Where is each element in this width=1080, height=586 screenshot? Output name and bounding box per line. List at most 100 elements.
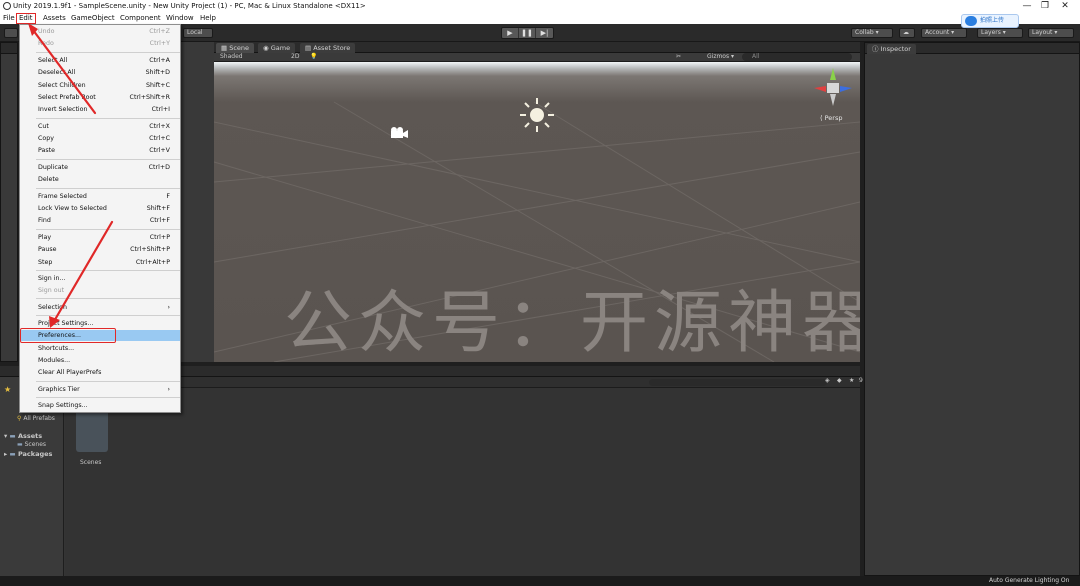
preferences-highlight-box: [20, 328, 116, 343]
orientation-gizmo-icon[interactable]: [810, 66, 856, 110]
shortcut: Ctrl+Y: [149, 40, 170, 47]
menu-label: Graphics Tier: [38, 386, 80, 393]
menu-edit[interactable]: Edit: [16, 13, 36, 24]
tools-icon[interactable]: ✂: [676, 53, 681, 60]
submenu-chevron-icon: ›: [167, 304, 170, 311]
menu-item-invert-selection[interactable]: Invert Selection Ctrl+I: [20, 104, 180, 115]
shortcut: Ctrl+Shift+R: [129, 94, 170, 101]
shortcut: Ctrl+A: [149, 57, 170, 64]
shortcut: Ctrl+P: [149, 234, 170, 241]
lighting-toggle-icon[interactable]: 💡: [310, 53, 317, 60]
gizmos-dropdown[interactable]: Gizmos ▾: [707, 53, 734, 60]
menu-item-shortcuts[interactable]: Shortcuts...: [20, 343, 180, 354]
scene-tabstrip: ▦ Scene ◉ Game ▤ Asset Store: [214, 42, 860, 53]
menu-item-select-all[interactable]: Select All Ctrl+A: [20, 55, 180, 66]
photo-upload-label: 拍照上传: [980, 17, 1005, 24]
menu-item-select-prefab-root[interactable]: Select Prefab Root Ctrl+Shift+R: [20, 92, 180, 103]
tab-inspector-label: Inspector: [880, 45, 911, 53]
directional-light-sun-icon[interactable]: [519, 97, 555, 133]
menu-gameobject[interactable]: GameObject: [71, 14, 115, 22]
play-button[interactable]: ▶: [502, 28, 519, 38]
pivot-local-toggle[interactable]: Local: [183, 28, 213, 38]
tab-asset-store-label: Asset Store: [313, 44, 351, 52]
scene-search-input[interactable]: All: [742, 53, 852, 61]
shortcut: Ctrl+X: [149, 123, 170, 130]
project-search-input[interactable]: [649, 379, 827, 386]
menu-item-cut[interactable]: Cut Ctrl+X: [20, 121, 180, 132]
tree-item-assets[interactable]: ▾ ▬ Assets: [4, 432, 42, 440]
menu-item-paste[interactable]: Paste Ctrl+V: [20, 145, 180, 156]
menu-item-play[interactable]: Play Ctrl+P: [20, 232, 180, 243]
hand-tool-button[interactable]: [4, 28, 18, 38]
favorite-all-prefabs[interactable]: ⚲ All Prefabs: [17, 415, 55, 422]
menu-label: Undo: [38, 28, 55, 35]
menu-separator: [36, 229, 180, 230]
project-content: Scenes: [65, 388, 860, 576]
shortcut: Ctrl+F: [149, 217, 170, 224]
menu-separator: [36, 397, 180, 398]
menu-item-graphics-tier[interactable]: Graphics Tier ›: [20, 384, 180, 395]
close-button[interactable]: ✕: [1050, 0, 1080, 13]
menu-item-select-children[interactable]: Select Children Shift+C: [20, 80, 180, 91]
menu-label: Delete: [38, 176, 59, 183]
layers-dropdown[interactable]: Layers ▾: [977, 28, 1023, 38]
tab-game[interactable]: ◉ Game: [258, 43, 296, 53]
menu-separator: [36, 298, 180, 299]
tab-inspector[interactable]: ⓘ Inspector: [867, 44, 916, 54]
scene-viewport[interactable]: ⟨ Persp 公众号：开源神器: [214, 62, 860, 362]
camera-gizmo-icon[interactable]: [389, 126, 409, 140]
menu-separator: [36, 118, 180, 119]
menu-file[interactable]: File: [3, 14, 15, 22]
scene-search-placeholder: All: [752, 53, 760, 60]
menu-label: Invert Selection: [38, 106, 88, 113]
menu-item-sign-out[interactable]: Sign out: [20, 285, 180, 296]
menu-item-snap-settings[interactable]: Snap Settings...: [20, 400, 180, 411]
menu-item-selection[interactable]: Selection ›: [20, 302, 180, 313]
tree-assets-label: Assets: [17, 432, 43, 440]
menu-item-clear-playerprefs[interactable]: Clear All PlayerPrefs: [20, 367, 180, 378]
tree-item-scenes[interactable]: ▬ Scenes: [17, 441, 46, 448]
menu-component[interactable]: Component: [120, 14, 161, 22]
hierarchy-panel-visible-part: [180, 42, 214, 362]
2d-toggle[interactable]: 2D: [291, 53, 299, 60]
account-dropdown[interactable]: Account ▾: [921, 28, 967, 38]
layout-dropdown[interactable]: Layout ▾: [1028, 28, 1074, 38]
menu-item-find[interactable]: Find Ctrl+F: [20, 215, 180, 226]
menu-item-pause[interactable]: Pause Ctrl+Shift+P: [20, 244, 180, 255]
tab-game-label: Game: [270, 44, 291, 52]
menu-item-step[interactable]: Step Ctrl+Alt+P: [20, 257, 180, 268]
menu-window[interactable]: Window: [166, 14, 194, 22]
menu-item-duplicate[interactable]: Duplicate Ctrl+D: [20, 162, 180, 173]
menu-item-sign-in[interactable]: Sign in...: [20, 273, 180, 284]
filter-label-icon[interactable]: ◆: [837, 377, 842, 384]
menu-item-delete[interactable]: Delete: [20, 174, 180, 185]
menu-item-redo[interactable]: Redo Ctrl+Y: [20, 38, 180, 49]
menu-item-lock-view[interactable]: Lock View to Selected Shift+F: [20, 203, 180, 214]
filter-type-icon[interactable]: ◈: [825, 377, 830, 384]
hidden-packages-icon[interactable]: ★: [849, 377, 854, 384]
tree-item-packages[interactable]: ▸ ▬ Packages: [4, 450, 52, 458]
menu-label: Select Prefab Root: [38, 94, 96, 101]
cloud-icon[interactable]: ☁: [899, 28, 915, 38]
menu-assets[interactable]: Assets: [43, 14, 66, 22]
perspective-label[interactable]: ⟨ Persp: [820, 114, 842, 122]
menu-item-modules[interactable]: Modules...: [20, 355, 180, 366]
tab-asset-store[interactable]: ▤ Asset Store: [300, 43, 356, 53]
menu-item-deselect-all[interactable]: Deselect All Shift+D: [20, 67, 180, 78]
collab-button[interactable]: Collab ▾: [851, 28, 893, 38]
photo-upload-badge[interactable]: 拍照上传: [961, 14, 1019, 28]
menu-item-undo[interactable]: Undo Ctrl+Z: [20, 26, 180, 37]
pause-button[interactable]: ❚❚: [519, 28, 536, 38]
menu-item-frame-selected[interactable]: Frame Selected F: [20, 191, 180, 202]
step-button[interactable]: ▶|: [536, 28, 553, 38]
tab-scene[interactable]: ▦ Scene: [216, 43, 255, 53]
scenes-folder-icon[interactable]: [76, 408, 108, 452]
menu-help[interactable]: Help: [200, 14, 216, 22]
shading-mode-dropdown[interactable]: Shaded: [220, 53, 243, 60]
menu-label: Sign out: [38, 287, 65, 294]
menu-separator: [36, 315, 180, 316]
layers-label: Layers: [981, 29, 1001, 36]
menu-label: Find: [38, 217, 51, 224]
menu-item-copy[interactable]: Copy Ctrl+C: [20, 133, 180, 144]
menu-label: Redo: [38, 40, 54, 47]
